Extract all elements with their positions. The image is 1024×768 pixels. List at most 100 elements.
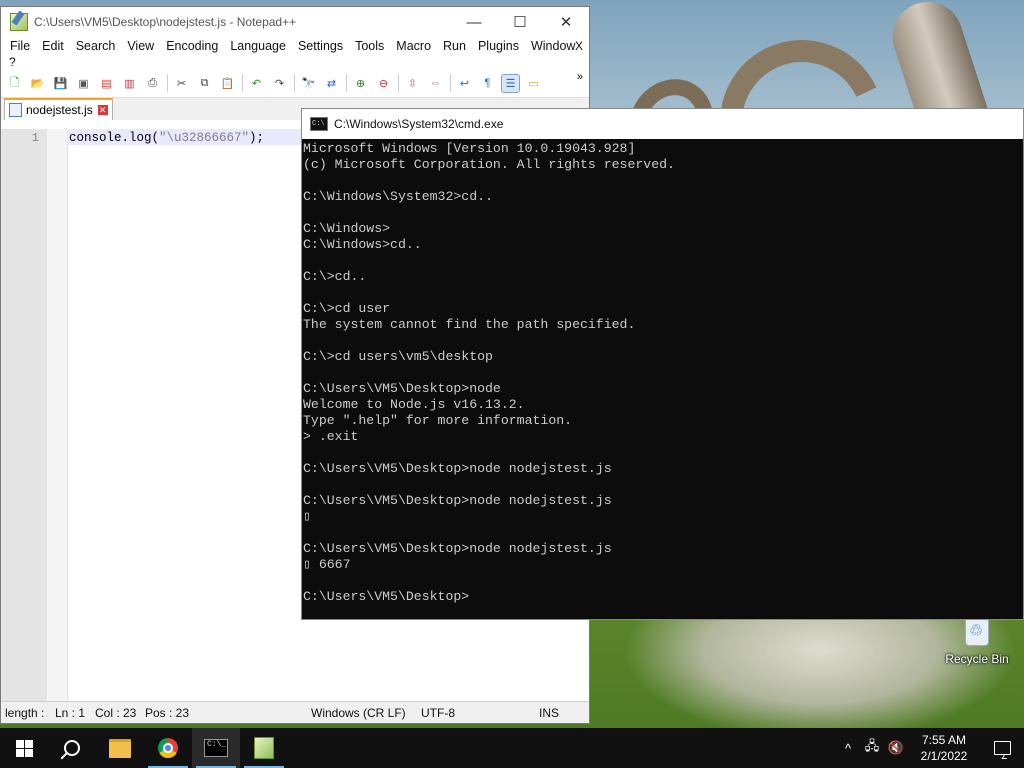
status-eol[interactable]: Windows (CR LF) (311, 706, 421, 720)
notepadpp-taskbar-button[interactable] (240, 728, 288, 768)
status-position: Pos : 23 (145, 705, 190, 720)
chrome-button[interactable] (144, 728, 192, 768)
action-center-button[interactable] (980, 741, 1024, 755)
tab-nodejstest[interactable]: nodejstest.js ✕ (4, 98, 113, 120)
recycle-bin-shortcut[interactable]: Recycle Bin (942, 618, 1012, 666)
menu-help[interactable]: ? (1, 55, 16, 69)
save-all-icon[interactable]: ▣ (75, 75, 92, 92)
menu-settings[interactable]: Settings (292, 39, 349, 53)
maximize-button[interactable]: ☐ (497, 7, 543, 37)
menu-file[interactable]: File (4, 39, 36, 53)
terminal-icon: C:\_ (204, 739, 228, 757)
cmd-console-output[interactable]: Microsoft Windows [Version 10.0.19043.92… (302, 139, 1023, 605)
console-line: C:\Users\VM5\Desktop> (303, 589, 470, 604)
notepadpp-app-icon[interactable] (10, 13, 28, 31)
clock[interactable]: 7:55 AM 2/1/2022 (908, 732, 980, 764)
menu-view[interactable]: View (121, 39, 160, 53)
toolbar-separator (346, 74, 347, 92)
cut-icon[interactable]: ✂ (173, 75, 190, 92)
minimize-button[interactable]: — (451, 7, 497, 37)
menu-plugins[interactable]: Plugins (472, 39, 525, 53)
chevron-up-icon[interactable]: ^ (836, 741, 860, 756)
sync-vertical-icon[interactable]: ⇳ (404, 75, 421, 92)
zoom-in-icon[interactable]: ⊕ (352, 75, 369, 92)
notepadpp-menubar: File Edit Search View Encoding Language … (1, 37, 589, 55)
tab-label: nodejstest.js (26, 103, 93, 117)
status-line: Ln : 1 (55, 705, 86, 720)
status-encoding[interactable]: UTF-8 (421, 706, 539, 720)
line-number: 1 (31, 131, 39, 145)
code-call: console.log( (69, 131, 160, 145)
menu-tools[interactable]: Tools (349, 39, 390, 53)
show-all-chars-icon[interactable]: ¶ (479, 75, 496, 92)
sync-horizontal-icon[interactable]: ⇔ (427, 75, 444, 92)
console-line: C:\Users\VM5\Desktop>node nodejstest.js (303, 541, 612, 556)
menu-macro[interactable]: Macro (390, 39, 437, 53)
status-column: Col : 23 (95, 705, 137, 720)
network-icon[interactable]: 🖧 (860, 737, 884, 759)
paste-icon[interactable]: 📋 (219, 75, 236, 92)
indent-guide-icon[interactable]: ☰ (501, 73, 520, 93)
cmd-window[interactable]: C:\ C:\Windows\System32\cmd.exe Microsof… (301, 108, 1024, 620)
menu-language[interactable]: Language (224, 39, 292, 53)
close-document-button[interactable]: X (575, 39, 583, 53)
toolbar-separator (450, 74, 451, 92)
search-icon (64, 740, 80, 756)
console-line: C:\>cd.. (303, 269, 367, 284)
console-line: C:\Windows>cd.. (303, 237, 422, 252)
console-line: Welcome to Node.js v16.13.2. (303, 397, 525, 412)
toolbar-overflow-button[interactable]: » (577, 71, 583, 83)
cmd-title: C:\Windows\System32\cmd.exe (334, 117, 504, 131)
code-end: ); (249, 131, 265, 145)
code-line[interactable]: console.log("\u32866667"); (69, 131, 264, 145)
console-line: C:\>cd user (303, 301, 391, 316)
start-button[interactable] (0, 728, 48, 768)
close-all-icon[interactable]: ▥ (121, 75, 138, 92)
word-wrap-icon[interactable]: ↩ (456, 75, 473, 92)
notification-icon (993, 741, 1011, 755)
fold-margin (47, 129, 68, 703)
folder-icon (109, 738, 131, 758)
tab-close-icon[interactable]: ✕ (97, 105, 108, 115)
close-button[interactable]: ✕ (543, 7, 589, 37)
new-file-icon[interactable]: 🗋 (6, 75, 23, 92)
find-icon[interactable]: 🔭 (300, 75, 317, 92)
file-explorer-button[interactable] (96, 728, 144, 768)
menu-run[interactable]: Run (437, 39, 472, 53)
replace-icon[interactable]: ⇄ (323, 75, 340, 92)
notepadpp-titlebar[interactable]: C:\Users\VM5\Desktop\nodejstest.js - Not… (1, 7, 589, 37)
volume-muted-icon[interactable]: 🔇 (884, 740, 908, 756)
menu-encoding[interactable]: Encoding (160, 39, 224, 53)
console-line: C:\Users\VM5\Desktop>node nodejstest.js (303, 461, 612, 476)
redo-icon[interactable]: ↷ (271, 75, 288, 92)
console-line: > .exit (303, 429, 359, 444)
menu-window[interactable]: Window (525, 39, 581, 53)
cmd-titlebar[interactable]: C:\ C:\Windows\System32\cmd.exe (302, 109, 1023, 139)
zoom-out-icon[interactable]: ⊖ (375, 75, 392, 92)
search-button[interactable] (48, 728, 96, 768)
undo-icon[interactable]: ↶ (248, 75, 265, 92)
console-line: C:\Windows\System32>cd.. (303, 189, 493, 204)
notepadpp-menubar-row2: ? X (1, 39, 589, 69)
recycle-bin-icon (965, 618, 989, 646)
menu-edit[interactable]: Edit (36, 39, 70, 53)
copy-icon[interactable]: ⧉ (196, 75, 213, 92)
open-file-icon[interactable]: 📂 (29, 75, 46, 92)
menu-search[interactable]: Search (70, 39, 122, 53)
console-line: C:\>cd users\vm5\desktop (303, 349, 493, 364)
toolbar-separator (167, 74, 168, 92)
print-icon[interactable]: ⎙ (144, 75, 161, 92)
clock-time: 7:55 AM (921, 733, 967, 747)
language-icon[interactable]: ▭ (525, 75, 542, 92)
cmd-taskbar-button[interactable]: C:\_ (192, 728, 240, 768)
cmd-app-icon[interactable]: C:\ (310, 117, 328, 131)
taskbar: C:\_ ^ 🖧 🔇 7:55 AM 2/1/2022 (0, 728, 1024, 768)
save-icon[interactable]: 💾 (52, 75, 69, 92)
close-file-icon[interactable]: ▤ (98, 75, 115, 92)
